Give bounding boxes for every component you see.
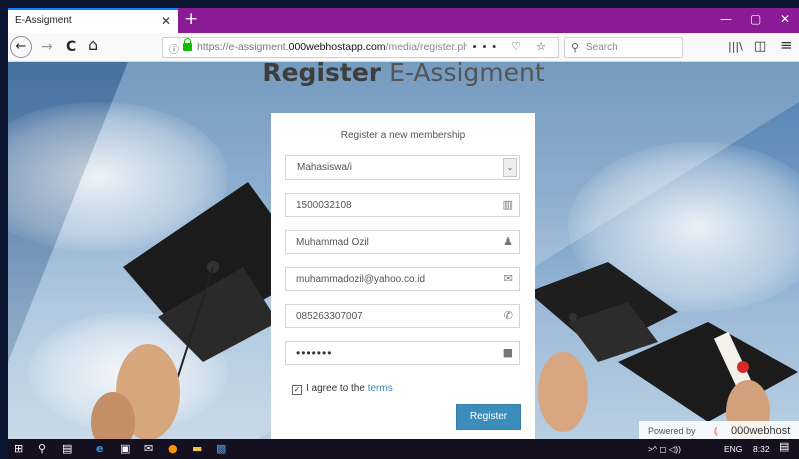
page-actions-icons[interactable]: ••• ♡ ☆ [473, 40, 552, 53]
phone-field-wrapper: ✆ [285, 304, 520, 328]
name-field[interactable] [286, 231, 491, 253]
page-title: Register E-Assigment [262, 62, 545, 87]
forward-icon[interactable]: → [41, 38, 53, 56]
powered-by-brand: 000webhost [731, 425, 791, 437]
phone-field[interactable] [286, 305, 491, 327]
register-button[interactable]: Register [456, 404, 521, 430]
home-icon[interactable]: ⌂ [88, 36, 98, 54]
nim-field[interactable] [286, 194, 491, 216]
user-icon: ♟ [503, 235, 513, 248]
webhost-logo-icon: ⦅ [714, 425, 718, 437]
sidebar-icon[interactable]: ◫ [754, 38, 766, 56]
notification-icon[interactable]: ▤ [779, 441, 789, 453]
tab-title: E-Assigment [15, 15, 72, 26]
search-icon: ⚲ [571, 41, 580, 54]
minimize-icon[interactable]: — [720, 11, 732, 27]
tab-e-assigment[interactable]: E-Assigment ✕ [8, 8, 178, 33]
windows-taskbar: ⊞ ⚲ ▤ e ▣ ✉ ● ▬ ▩ >^ ◻ ◁)) ENG 8:32 ▤ [8, 439, 799, 459]
agree-checkbox[interactable]: ✓ [292, 385, 302, 395]
phone-icon: ✆ [503, 309, 513, 322]
language-indicator[interactable]: ENG [724, 443, 742, 455]
url-text[interactable]: https://e-assigment.000webhostapp.com/me… [197, 41, 467, 53]
chevron-down-icon[interactable]: ⌄ [503, 158, 517, 177]
barcode-icon: ▥ [502, 198, 513, 211]
register-box: Register a new membership Mahasiswa/i ⌄ … [271, 113, 535, 439]
navigation-toolbar: ← → C ⌂ ⓘ https://e-assigment.000webhost… [8, 33, 799, 62]
search-icon[interactable]: ⚲ [38, 442, 46, 456]
back-icon[interactable]: ← [10, 36, 32, 58]
lock-icon: ■ [502, 346, 513, 359]
firefox-icon[interactable]: ● [168, 442, 178, 456]
task-view-icon[interactable]: ▤ [62, 442, 72, 456]
close-window-icon[interactable]: ✕ [780, 11, 790, 27]
powered-by-label: Powered by [648, 426, 696, 436]
menu-icon[interactable]: ≡ [780, 36, 793, 54]
powered-by-badge[interactable]: Powered by ⦅ 000webhost [639, 421, 799, 439]
clock[interactable]: 8:32 [753, 443, 770, 455]
search-input[interactable]: ⚲ Search [564, 37, 683, 58]
terms-link[interactable]: terms [368, 383, 393, 394]
agree-terms: ✓ I agree to the terms [292, 383, 393, 395]
windows-start-icon[interactable]: ⊞ [14, 442, 23, 456]
role-select[interactable]: Mahasiswa/i ⌄ [285, 155, 520, 180]
url-bar[interactable]: ⓘ https://e-assigment.000webhostapp.com/… [162, 37, 559, 58]
password-field[interactable] [286, 342, 491, 364]
email-field-wrapper: ✉ [285, 267, 520, 291]
file-explorer-icon[interactable]: ▬ [192, 442, 202, 456]
new-tab-button[interactable]: + [184, 9, 198, 29]
email-field[interactable] [286, 268, 491, 290]
maximize-icon[interactable]: ▢ [750, 11, 761, 27]
app-icon[interactable]: ▩ [216, 442, 226, 456]
reload-icon[interactable]: C [66, 38, 76, 56]
role-select-value: Mahasiswa/i [297, 162, 353, 173]
envelope-icon: ✉ [503, 272, 513, 285]
site-info-icon[interactable]: ⓘ [169, 41, 179, 56]
mail-icon[interactable]: ✉ [144, 442, 153, 456]
edge-icon[interactable]: e [96, 442, 103, 456]
tab-bar: E-Assigment ✕ + — ▢ ✕ [8, 8, 799, 33]
tab-close-icon[interactable]: ✕ [161, 14, 171, 28]
name-field-wrapper: ♟ [285, 230, 520, 254]
register-box-title: Register a new membership [340, 130, 466, 141]
search-placeholder: Search [586, 42, 618, 53]
page-content: Register E-Assigment Register a new memb… [8, 62, 799, 439]
nim-field-wrapper: ▥ [285, 193, 520, 217]
agree-label: I agree to the [306, 383, 365, 394]
lock-icon [183, 38, 192, 51]
system-tray-icons[interactable]: >^ ◻ ◁)) [648, 443, 681, 455]
store-icon[interactable]: ▣ [120, 442, 130, 456]
password-field-wrapper: ■ [285, 341, 520, 365]
library-icon[interactable]: |||\ [728, 38, 743, 56]
